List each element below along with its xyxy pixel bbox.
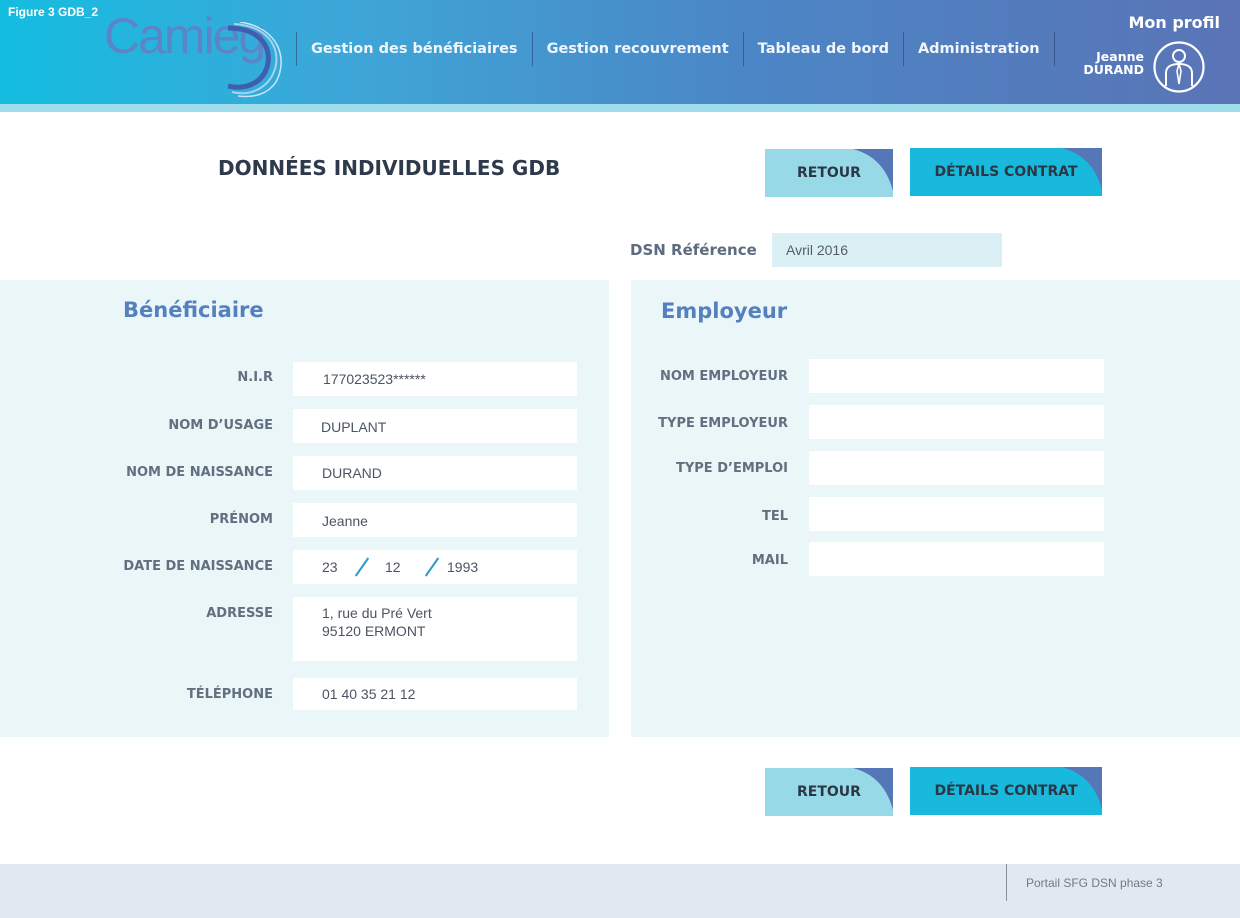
nom-naissance-field[interactable]: DURAND — [293, 456, 577, 490]
nav-item-tableau-de-bord[interactable]: Tableau de bord — [742, 32, 903, 66]
employeur-title: Employeur — [661, 299, 788, 323]
mail-field[interactable] — [809, 542, 1104, 576]
user-avatar-icon[interactable] — [1152, 40, 1206, 94]
nom-usage-value: DUPLANT — [321, 419, 387, 435]
prenom-field[interactable]: Jeanne — [293, 503, 577, 537]
nom-employeur-label: NOM EMPLOYEUR — [659, 369, 788, 384]
telephone-field[interactable]: 01 40 35 21 12 — [293, 678, 577, 710]
page-title: DONNÉES INDIVIDUELLES GDB — [218, 156, 561, 180]
nom-usage-field[interactable]: DUPLANT — [293, 409, 577, 443]
details-label: DÉTAILS CONTRAT — [934, 164, 1078, 180]
camieg-logo[interactable]: Camieg — [104, 8, 284, 100]
dsn-reference-field[interactable]: Avril 2016 — [772, 233, 1002, 267]
slash-separator — [424, 557, 440, 577]
type-employeur-field[interactable] — [809, 405, 1104, 439]
date-naissance-field[interactable]: 23 12 1993 — [293, 550, 577, 584]
telephone-label: TÉLÉPHONE — [186, 687, 273, 702]
date-month-value: 12 — [385, 559, 401, 575]
retour-button-top[interactable]: RETOUR — [765, 149, 893, 197]
type-employeur-label: TYPE EMPLOYEUR — [658, 416, 788, 431]
tel-field[interactable] — [809, 497, 1104, 531]
details-contrat-button-top[interactable]: DÉTAILS CONTRAT — [910, 148, 1102, 196]
nom-employeur-field[interactable] — [809, 359, 1104, 393]
nir-value: 177023523****** — [323, 371, 426, 387]
footer — [0, 864, 1240, 918]
header-strip — [0, 104, 1240, 112]
nom-naissance-value: DURAND — [322, 465, 382, 481]
details-label: DÉTAILS CONTRAT — [934, 783, 1078, 799]
beneficiaire-title: Bénéficiaire — [123, 298, 264, 322]
dsn-reference-label: DSN Référence — [630, 241, 757, 259]
adresse-label: ADRESSE — [206, 606, 273, 621]
nir-field[interactable]: 177023523****** — [293, 362, 577, 396]
adresse-line1: 1, rue du Pré Vert — [322, 605, 432, 621]
telephone-value: 01 40 35 21 12 — [322, 686, 416, 702]
type-emploi-field[interactable] — [809, 451, 1104, 485]
footer-text: Portail SFG DSN phase 3 — [1026, 876, 1163, 890]
user-last-name: DURAND — [1083, 62, 1144, 77]
nav-item-administration[interactable]: Administration — [902, 32, 1055, 66]
type-emploi-label: TYPE D’EMPLOI — [676, 461, 788, 476]
tel-label: TEL — [761, 509, 788, 524]
prenom-label: PRÉNOM — [209, 512, 273, 527]
footer-divider — [1006, 864, 1007, 901]
nir-label: N.I.R — [237, 370, 273, 385]
profile-link[interactable]: Mon profil — [1128, 13, 1220, 32]
retour-label: RETOUR — [797, 784, 861, 800]
details-contrat-button-bottom[interactable]: DÉTAILS CONTRAT — [910, 767, 1102, 815]
retour-button-bottom[interactable]: RETOUR — [765, 768, 893, 816]
date-day-value: 23 — [322, 559, 338, 575]
logo-arc-icon — [227, 22, 282, 98]
figure-label: Figure 3 GDB_2 — [8, 5, 99, 19]
adresse-line2: 95120 ERMONT — [322, 623, 426, 639]
nom-naissance-label: NOM DE NAISSANCE — [126, 465, 273, 480]
retour-label: RETOUR — [797, 165, 861, 181]
slash-separator — [354, 557, 370, 577]
nom-usage-label: NOM D’USAGE — [168, 418, 273, 433]
prenom-value: Jeanne — [322, 513, 368, 529]
dsn-reference-value: Avril 2016 — [786, 242, 849, 258]
adresse-field[interactable]: 1, rue du Pré Vert 95120 ERMONT — [293, 597, 577, 661]
main-nav: Gestion des bénéficiaires Gestion recouv… — [296, 32, 1055, 66]
date-naissance-label: DATE DE NAISSANCE — [123, 559, 273, 574]
mail-label: MAIL — [751, 553, 788, 568]
date-year-value: 1993 — [447, 559, 479, 575]
nav-item-recouvrement[interactable]: Gestion recouvrement — [531, 32, 743, 66]
nav-item-beneficiaires[interactable]: Gestion des bénéficiaires — [296, 32, 532, 66]
